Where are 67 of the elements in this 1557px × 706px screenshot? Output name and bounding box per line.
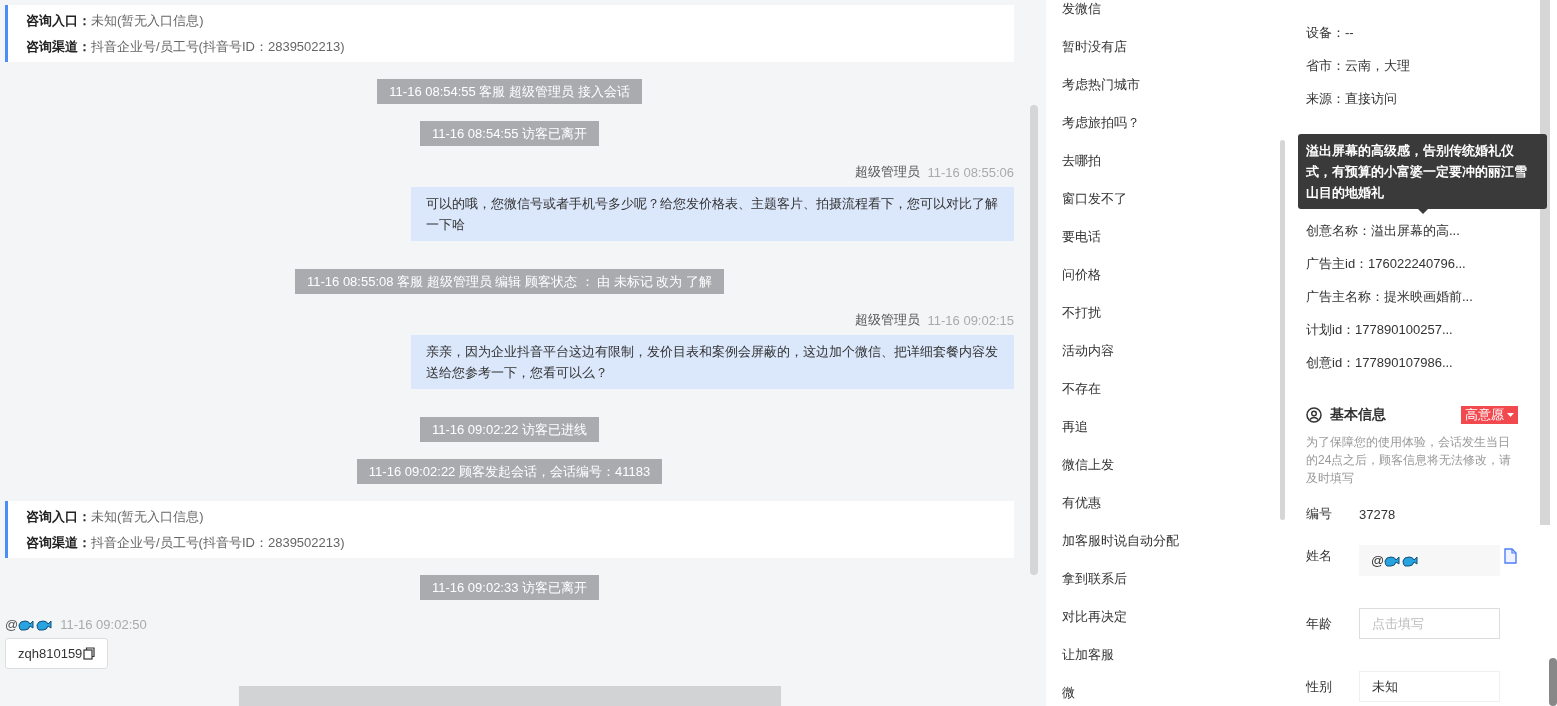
quick-reply-item[interactable]: 发微信 xyxy=(1062,0,1280,28)
intent-dropdown[interactable]: 高意愿 xyxy=(1461,406,1518,424)
system-message: 11-16 08:54:55 客服 超级管理员 接入会话 xyxy=(377,79,642,104)
quick-reply-item[interactable]: 再追 xyxy=(1062,408,1280,446)
copy-icon xyxy=(83,647,96,660)
message-bubble: 亲亲，因为企业抖音平台这边有限制，发价目表和案例会屏蔽的，这边加个微信、把详细套餐内容发送给您参考一下，您看可以么？ xyxy=(411,335,1014,389)
tooltip-arrow xyxy=(1418,209,1428,214)
quick-reply-item[interactable]: 考虑热门城市 xyxy=(1062,66,1280,104)
system-message: 11-16 09:02:22 访客已进线 xyxy=(419,417,600,442)
notice-text: 为了保障您的使用体验，会话发生当日的24点之后，顾客信息将无法修改，请及时填写 xyxy=(1306,434,1513,487)
quick-reply-item[interactable]: 要电话 xyxy=(1062,218,1280,256)
message-time: 11-16 09:02:15 xyxy=(927,312,1014,328)
info-row: 计划id：177890100257... xyxy=(1306,321,1453,338)
scrollbar[interactable] xyxy=(1549,658,1557,706)
field-value: 37278 xyxy=(1359,506,1396,522)
quick-reply-item[interactable]: 暂时没有店 xyxy=(1062,28,1280,66)
message-time: 11-16 09:02:50 xyxy=(60,617,147,632)
system-message: 11-16 08:55:08 客服 超级管理员 编辑 顾客状态 ： 由 未标记 改为 了解 xyxy=(295,269,724,294)
field-label: 年龄 xyxy=(1306,614,1333,633)
scrollbar[interactable] xyxy=(1540,0,1550,525)
message-bubble: zqh810159 xyxy=(5,638,109,669)
field-label: 姓名 xyxy=(1306,546,1333,565)
name-field[interactable]: @ xyxy=(1359,545,1500,576)
info-row: 广告主id：176022240796... xyxy=(1306,255,1466,272)
info-line: 咨询入口：未知(暂无入口信息) xyxy=(26,12,205,29)
message-bubble: 可以的哦，您微信号或者手机号多少呢？给您发价格表、主题客片、拍摄流程看下，您可以对比了解一下哈 xyxy=(411,187,1014,241)
quick-reply-item[interactable]: 窗口发不了 xyxy=(1062,180,1280,218)
info-line: 咨询渠道：抖音企业号/员工号(抖音号ID：2839502213) xyxy=(26,534,346,551)
section-title: 基本信息 xyxy=(1330,406,1387,424)
field-label: 性别 xyxy=(1306,677,1333,696)
quick-reply-item[interactable]: 考虑旅拍吗？ xyxy=(1062,104,1280,142)
tooltip: 溢出屏幕的高级感，告别传统婚礼仪式，有预算的小富婆一定要冲的丽江雪山目的地婚礼 xyxy=(1298,134,1547,209)
info-row: 省市：云南，大理 xyxy=(1306,57,1410,74)
user-icon xyxy=(1306,407,1322,423)
quick-reply-item[interactable]: 加客服时说自动分配 xyxy=(1062,522,1280,560)
info-line: 咨询渠道：抖音企业号/员工号(抖音号ID：2839502213) xyxy=(26,38,346,55)
quick-reply-item[interactable]: 微 xyxy=(1062,674,1280,706)
quick-reply-item[interactable]: 对比再决定 xyxy=(1062,598,1280,636)
sender-name: 超级管理员 xyxy=(854,311,920,329)
quick-reply-item[interactable]: 活动内容 xyxy=(1062,332,1280,370)
system-message: 11-16 09:02:33 访客已离开 xyxy=(419,575,600,600)
system-message: 11-16 09:02:22 顾客发起会话，会话编号：41183 xyxy=(356,459,663,484)
sender-name: 超级管理员 xyxy=(854,163,920,181)
info-row: 创意id：177890107986... xyxy=(1306,354,1453,371)
quick-reply-item[interactable]: 有优惠 xyxy=(1062,484,1280,522)
info-row: 广告主名称：提米映画婚前... xyxy=(1306,288,1473,305)
quick-reply-item[interactable]: 不打扰 xyxy=(1062,294,1280,332)
info-line: 咨询入口：未知(暂无入口信息) xyxy=(26,508,205,525)
gender-field[interactable]: 未知 xyxy=(1359,671,1500,702)
quick-reply-item[interactable]: 去哪拍 xyxy=(1062,142,1280,180)
field-label: 编号 xyxy=(1306,505,1333,523)
scrollbar[interactable] xyxy=(1030,105,1038,575)
copy-icon xyxy=(1504,547,1517,564)
scrollbar[interactable] xyxy=(1280,140,1285,520)
caret-icon xyxy=(1507,413,1514,417)
age-field[interactable]: 点击填写 xyxy=(1359,608,1500,639)
message-time: 11-16 08:55:06 xyxy=(927,164,1014,180)
visitor-name: @ xyxy=(5,617,19,632)
quick-reply-item[interactable]: 让加客服 xyxy=(1062,636,1280,674)
info-row: 创意名称：溢出屏幕的高... xyxy=(1306,222,1460,239)
quick-reply-item[interactable]: 微信上发 xyxy=(1062,446,1280,484)
system-message: 11-16 08:54:55 访客已离开 xyxy=(419,121,600,146)
quick-reply-item[interactable]: 问价格 xyxy=(1062,256,1280,294)
info-row: 设备：-- xyxy=(1306,24,1354,41)
info-row: 来源：直接访问 xyxy=(1306,90,1397,107)
quick-reply-item[interactable]: 不存在 xyxy=(1062,370,1280,408)
quick-reply-item[interactable]: 拿到联系后 xyxy=(1062,560,1280,598)
